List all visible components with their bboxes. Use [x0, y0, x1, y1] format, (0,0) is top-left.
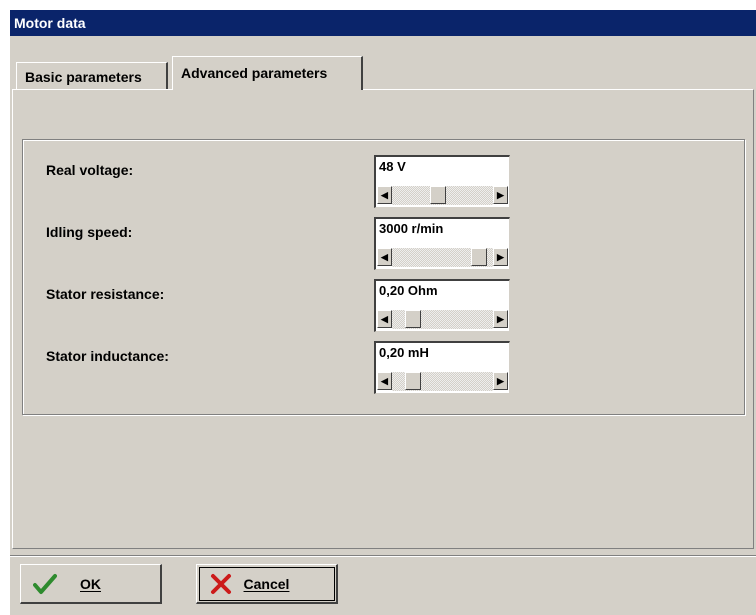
scroll-right-arrow-icon[interactable]: ▶	[493, 310, 508, 328]
ok-button[interactable]: OK	[20, 564, 162, 604]
motor-data-dialog: Motor data Basic parameters Advanced par…	[10, 10, 756, 615]
stator-inductance-field[interactable]: 0,20 mH	[374, 341, 510, 371]
tab-label: Advanced parameters	[181, 65, 328, 81]
slider-thumb[interactable]	[404, 372, 421, 390]
idling-speed-label: Idling speed:	[46, 224, 133, 240]
scroll-left-arrow-icon[interactable]: ◀	[377, 186, 392, 204]
real-voltage-field[interactable]: 48 V	[374, 155, 510, 185]
slider-thumb[interactable]	[404, 310, 421, 328]
stator-resistance-field[interactable]: 0,20 Ohm	[374, 279, 510, 309]
stator-inductance-label: Stator inductance:	[46, 348, 169, 364]
scroll-left-arrow-icon[interactable]: ◀	[377, 372, 392, 390]
tab-basic-parameters[interactable]: Basic parameters	[16, 62, 168, 90]
real-voltage-label: Real voltage:	[46, 162, 134, 178]
scroll-right-arrow-icon[interactable]: ▶	[493, 372, 508, 390]
cancel-label: Cancel	[243, 576, 290, 592]
tab-label: Basic parameters	[25, 69, 142, 85]
ok-label: OK	[80, 576, 101, 592]
stator-resistance-label: Stator resistance:	[46, 286, 165, 302]
stator-inductance-slider[interactable]: ◀ ▶	[374, 370, 510, 394]
scroll-right-arrow-icon[interactable]: ▶	[493, 186, 508, 204]
idling-speed-slider[interactable]: ◀ ▶	[374, 246, 510, 270]
window-title: Motor data	[14, 15, 86, 31]
real-voltage-slider[interactable]: ◀ ▶	[374, 184, 510, 208]
scroll-right-arrow-icon[interactable]: ▶	[493, 248, 508, 266]
scroll-left-arrow-icon[interactable]: ◀	[377, 310, 392, 328]
tab-advanced-parameters[interactable]: Advanced parameters	[172, 56, 363, 90]
title-bar[interactable]: Motor data	[10, 10, 756, 36]
slider-thumb[interactable]	[471, 248, 488, 266]
cancel-button[interactable]: Cancel	[196, 564, 338, 604]
separator	[10, 555, 756, 557]
scroll-left-arrow-icon[interactable]: ◀	[377, 248, 392, 266]
stator-resistance-slider[interactable]: ◀ ▶	[374, 308, 510, 332]
idling-speed-field[interactable]: 3000 r/min	[374, 217, 510, 247]
slider-thumb[interactable]	[430, 186, 447, 204]
